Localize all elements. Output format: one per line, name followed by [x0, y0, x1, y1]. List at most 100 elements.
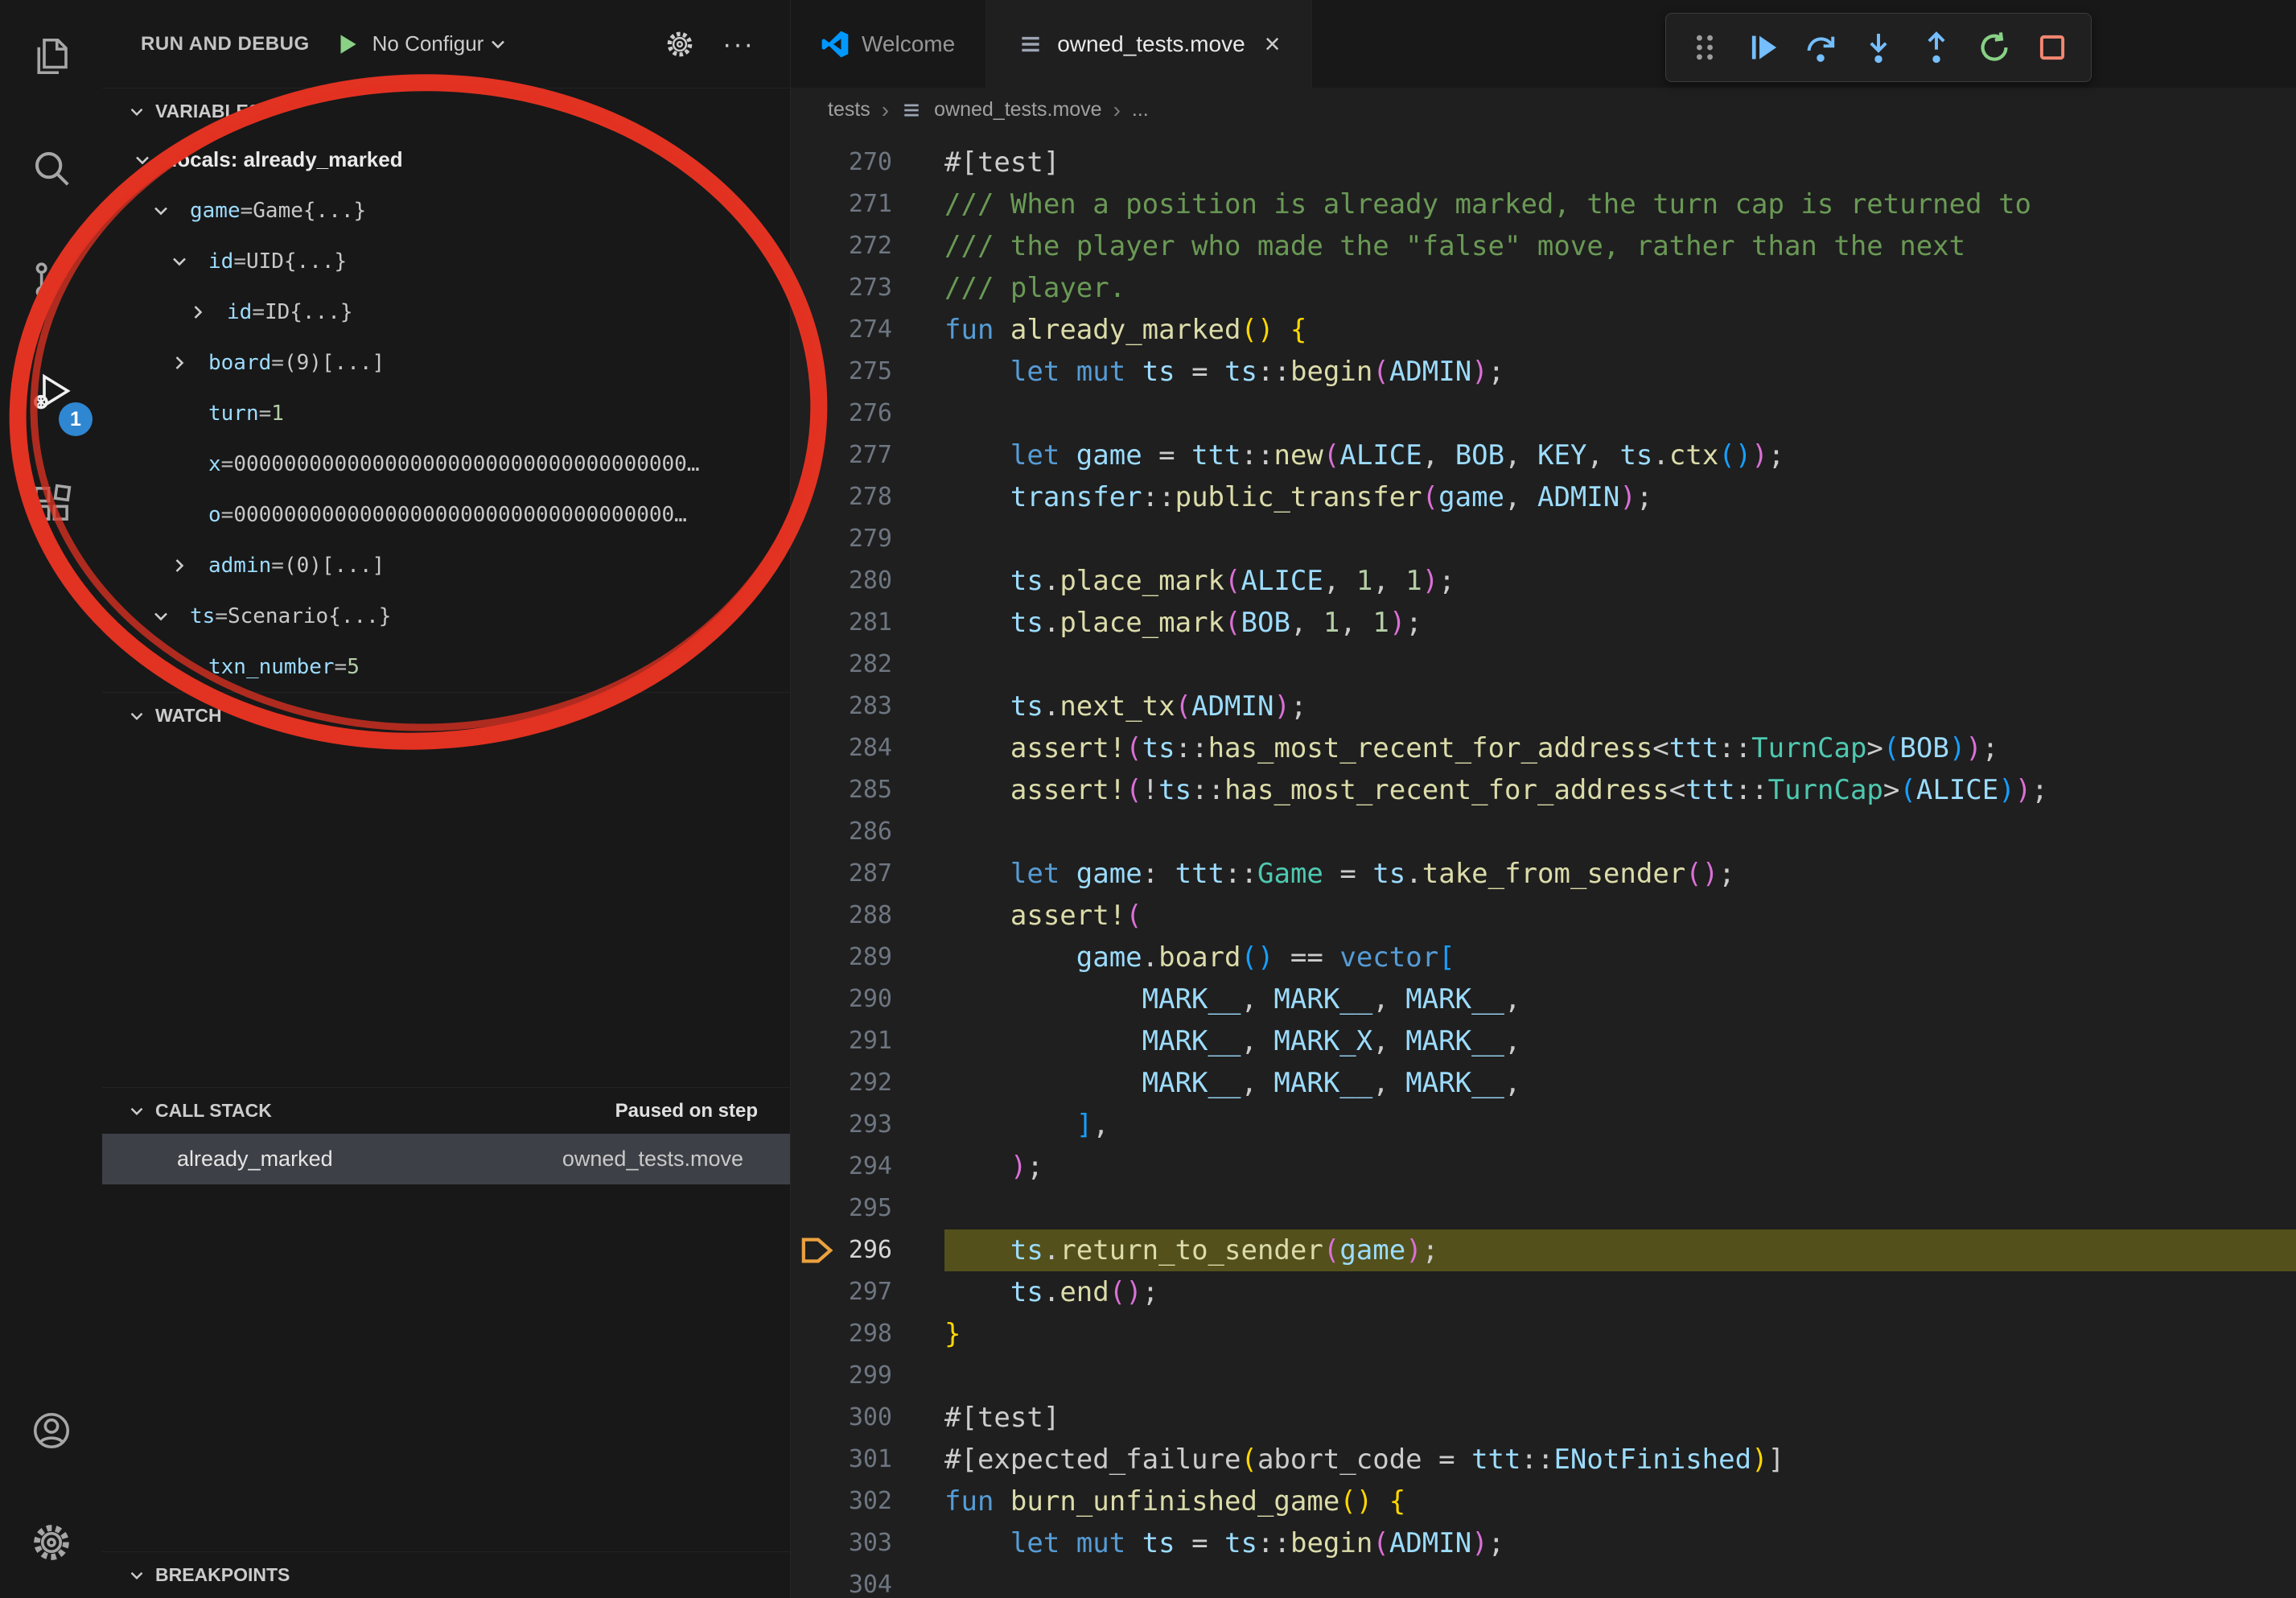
gutter[interactable]: 281 [791, 602, 944, 644]
code-text[interactable]: let game: ttt::Game = ts.take_from_sende… [944, 853, 2296, 895]
code-text[interactable]: /// the player who made the "false" move… [944, 225, 2296, 267]
gutter[interactable]: 298 [791, 1313, 944, 1355]
activity-explorer[interactable] [0, 0, 102, 112]
code-text[interactable]: fun burn_unfinished_game() { [944, 1481, 2296, 1522]
gutter[interactable]: 270 [791, 142, 944, 183]
gutter[interactable]: 276 [791, 393, 944, 435]
call-stack-section-header[interactable]: CALL STACK Paused on step [102, 1087, 790, 1134]
variable-row[interactable]: game = Game{...} [102, 185, 790, 236]
activity-run-and-debug[interactable]: 1 [0, 336, 102, 447]
code-text[interactable] [944, 393, 2296, 435]
code-text[interactable] [944, 518, 2296, 560]
gutter[interactable]: 294 [791, 1146, 944, 1188]
code-text[interactable]: ts.next_tx(ADMIN); [944, 686, 2296, 727]
gutter[interactable]: 291 [791, 1020, 944, 1062]
code-text[interactable]: } [944, 1313, 2296, 1355]
gutter[interactable]: 274 [791, 309, 944, 351]
tab-owned-tests-move[interactable]: owned_tests.move× [986, 0, 1311, 88]
gutter[interactable]: 283 [791, 686, 944, 727]
debug-config-dropdown[interactable]: No Configur [372, 31, 510, 56]
code-text[interactable]: ], [944, 1104, 2296, 1146]
code-text[interactable]: let mut ts = ts::begin(ADMIN); [944, 1522, 2296, 1564]
code-text[interactable] [944, 1564, 2296, 1598]
gutter[interactable]: 293 [791, 1104, 944, 1146]
code-text[interactable]: #[test] [944, 142, 2296, 183]
code-text[interactable] [944, 1188, 2296, 1229]
watch-section-header[interactable]: WATCH [102, 692, 790, 739]
gutter[interactable]: 286 [791, 811, 944, 853]
variables-section-header[interactable]: VARIABLES [102, 88, 790, 134]
gutter[interactable]: 285 [791, 769, 944, 811]
step-into-button[interactable] [1856, 25, 1901, 70]
code-text[interactable]: MARK__, MARK__, MARK__, [944, 978, 2296, 1020]
gutter[interactable]: 271 [791, 183, 944, 225]
variable-row[interactable]: txn_number = 5 [102, 641, 790, 692]
gutter[interactable]: 300 [791, 1397, 944, 1439]
step-over-button[interactable] [1798, 25, 1843, 70]
code-text[interactable]: ts.place_mark(ALICE, 1, 1); [944, 560, 2296, 602]
activity-extensions[interactable] [0, 447, 102, 559]
gutter[interactable]: 304 [791, 1564, 944, 1598]
gutter[interactable]: 279 [791, 518, 944, 560]
gutter[interactable]: 277 [791, 435, 944, 476]
variable-row[interactable]: o = 00000000000000000000000000000000000… [102, 489, 790, 540]
variable-row[interactable]: id = UID{...} [102, 236, 790, 286]
gutter[interactable]: 280 [791, 560, 944, 602]
gutter[interactable]: 302 [791, 1481, 944, 1522]
code-text[interactable]: assert!(!ts::has_most_recent_for_address… [944, 769, 2296, 811]
more-actions-icon[interactable]: ··· [722, 36, 755, 52]
code-text[interactable]: fun already_marked() { [944, 309, 2296, 351]
gutter[interactable]: 303 [791, 1522, 944, 1564]
code-text[interactable]: ts.place_mark(BOB, 1, 1); [944, 602, 2296, 644]
code-text[interactable]: #[test] [944, 1397, 2296, 1439]
gutter[interactable]: 301 [791, 1439, 944, 1481]
code-text[interactable]: ); [944, 1146, 2296, 1188]
gutter[interactable]: 282 [791, 644, 944, 686]
gutter[interactable]: 296 [791, 1229, 944, 1271]
gutter[interactable]: 284 [791, 727, 944, 769]
gutter[interactable]: 290 [791, 978, 944, 1020]
variable-row[interactable]: board = (9)[...] [102, 337, 790, 388]
variable-row[interactable]: turn = 1 [102, 388, 790, 439]
call-stack-frame[interactable]: already_markedowned_tests.move [102, 1134, 790, 1184]
variable-row[interactable]: locals: already_marked [102, 134, 790, 185]
code-text[interactable]: let mut ts = ts::begin(ADMIN); [944, 351, 2296, 393]
code-text[interactable]: /// When a position is already marked, t… [944, 183, 2296, 225]
gutter[interactable]: 278 [791, 476, 944, 518]
code-text[interactable]: assert!( [944, 895, 2296, 937]
debug-settings-gear-icon[interactable] [665, 29, 695, 60]
activity-accounts[interactable] [0, 1374, 102, 1486]
breakpoints-section-header[interactable]: BREAKPOINTS [102, 1551, 790, 1598]
gutter[interactable]: 288 [791, 895, 944, 937]
variable-row[interactable]: ts = Scenario{...} [102, 591, 790, 641]
gutter[interactable]: 299 [791, 1355, 944, 1397]
code-text[interactable]: ts.end(); [944, 1271, 2296, 1313]
gutter[interactable]: 272 [791, 225, 944, 267]
drag-handle-button[interactable] [1682, 25, 1727, 70]
code-text[interactable]: #[expected_failure(abort_code = ttt::ENo… [944, 1439, 2296, 1481]
step-out-button[interactable] [1914, 25, 1959, 70]
variable-row[interactable]: id = ID{...} [102, 286, 790, 337]
stop-button[interactable] [2030, 25, 2075, 70]
code-text[interactable]: assert!(ts::has_most_recent_for_address<… [944, 727, 2296, 769]
breadcrumb-item-owned-tests-move[interactable]: owned_tests.move [934, 98, 1101, 121]
breadcrumb-item-[interactable]: ... [1132, 98, 1149, 121]
gutter[interactable]: 275 [791, 351, 944, 393]
gutter[interactable]: 289 [791, 937, 944, 978]
close-tab-icon[interactable]: × [1265, 31, 1281, 58]
variable-row[interactable]: admin = (0)[...] [102, 540, 790, 591]
code-text[interactable]: game.board() == vector[ [944, 937, 2296, 978]
code-text[interactable] [944, 811, 2296, 853]
gutter[interactable]: 292 [791, 1062, 944, 1104]
code-text[interactable] [944, 1355, 2296, 1397]
code-text[interactable]: MARK__, MARK_X, MARK__, [944, 1020, 2296, 1062]
restart-button[interactable] [1972, 25, 2017, 70]
code-text[interactable] [944, 644, 2296, 686]
start-debugging-button[interactable] [334, 31, 361, 58]
continue-button[interactable] [1740, 25, 1785, 70]
activity-settings[interactable] [0, 1486, 102, 1598]
code-text[interactable]: transfer::public_transfer(game, ADMIN); [944, 476, 2296, 518]
code-text[interactable]: /// player. [944, 267, 2296, 309]
tab-welcome[interactable]: Welcome [791, 0, 986, 88]
code-text[interactable]: MARK__, MARK__, MARK__, [944, 1062, 2296, 1104]
